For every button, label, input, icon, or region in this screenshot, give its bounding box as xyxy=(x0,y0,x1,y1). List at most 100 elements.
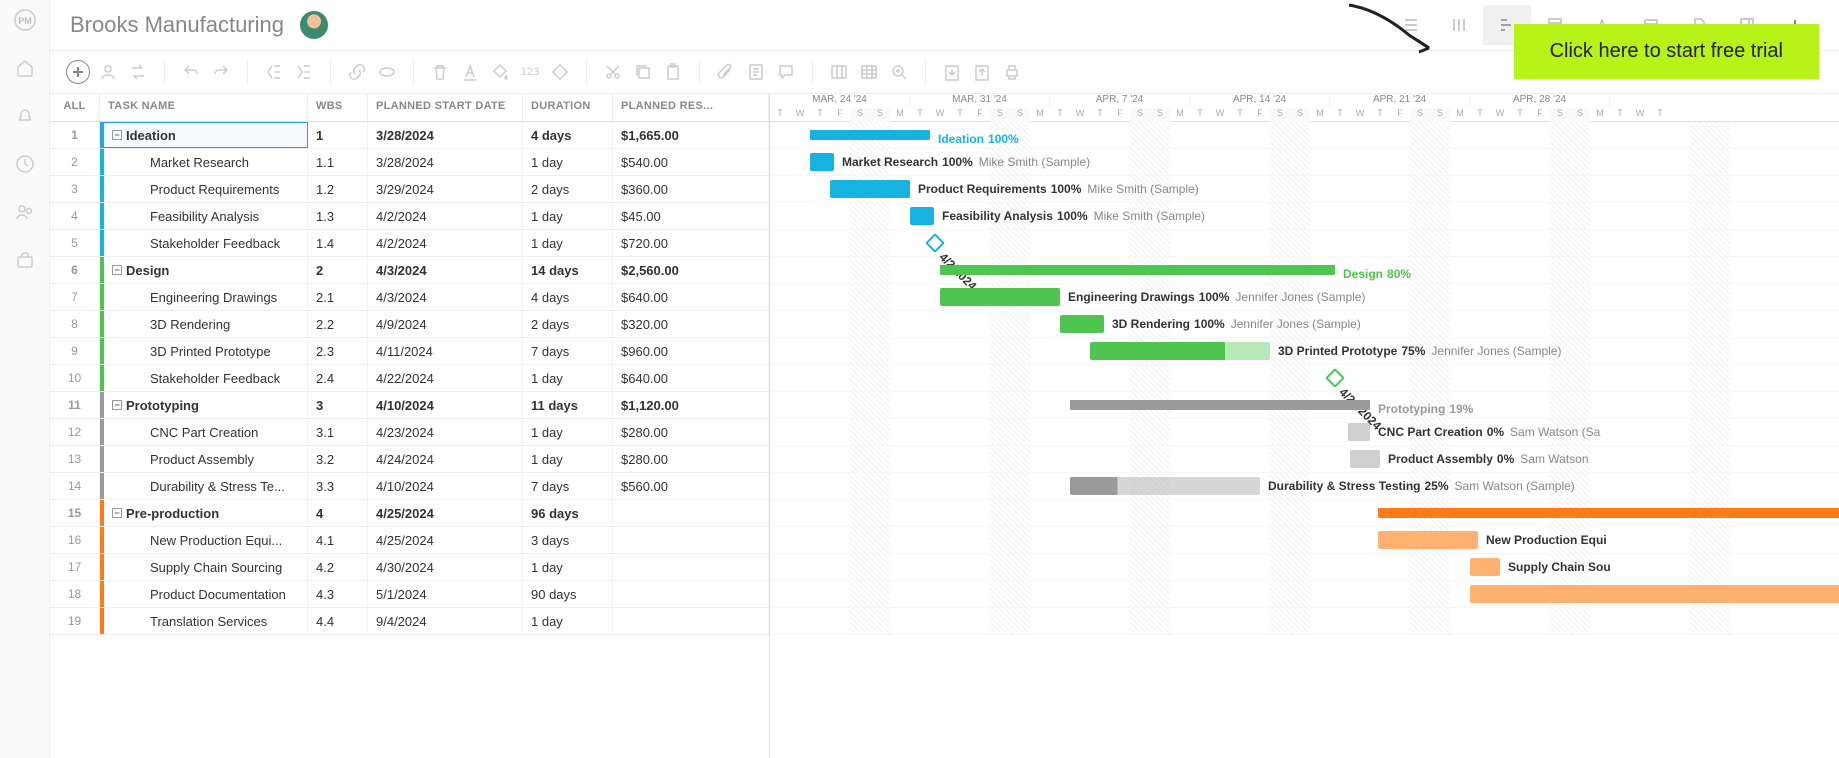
col-header-start[interactable]: PLANNED START DATE xyxy=(368,94,523,121)
gantt-row[interactable]: Ideation100% xyxy=(770,122,1839,149)
home-icon[interactable] xyxy=(13,56,37,80)
copy-icon[interactable] xyxy=(631,60,655,84)
gantt-row[interactable] xyxy=(770,581,1839,608)
notes-icon[interactable] xyxy=(744,60,768,84)
gantt-row[interactable]: Design80% xyxy=(770,257,1839,284)
gantt-row[interactable]: 4/22/2024 xyxy=(770,365,1839,392)
assign-icon[interactable] xyxy=(96,60,120,84)
gantt-bar[interactable]: Prototyping19% xyxy=(1070,400,1370,410)
columns-icon[interactable] xyxy=(827,60,851,84)
gantt-bar[interactable]: 3D Rendering100%Jennifer Jones (Sample) xyxy=(1060,315,1104,333)
gantt-bar[interactable]: Feasibility Analysis100%Mike Smith (Samp… xyxy=(910,207,934,225)
fill-color-icon[interactable] xyxy=(488,60,512,84)
task-row[interactable]: 3Product Requirements1.23/29/20242 days$… xyxy=(50,176,769,203)
gantt-bar[interactable]: Design80% xyxy=(940,265,1335,275)
gantt-bar[interactable]: Product Assembly0%Sam Watson xyxy=(1350,450,1380,468)
cut-icon[interactable] xyxy=(601,60,625,84)
zoom-icon[interactable] xyxy=(887,60,911,84)
pm-logo-icon[interactable]: PM xyxy=(13,8,37,32)
task-row[interactable]: 4Feasibility Analysis1.34/2/20241 day$45… xyxy=(50,203,769,230)
task-row[interactable]: 6−Design24/3/202414 days$2,560.00 xyxy=(50,257,769,284)
delete-icon[interactable] xyxy=(428,60,452,84)
task-row[interactable]: 16New Production Equi...4.14/25/20243 da… xyxy=(50,527,769,554)
task-row[interactable]: 93D Printed Prototype2.34/11/20247 days$… xyxy=(50,338,769,365)
gantt-row[interactable]: Durability & Stress Testing25%Sam Watson… xyxy=(770,473,1839,500)
task-row[interactable]: 14Durability & Stress Te...3.34/10/20247… xyxy=(50,473,769,500)
gantt-row[interactable]: Feasibility Analysis100%Mike Smith (Samp… xyxy=(770,203,1839,230)
gantt-bar[interactable]: Durability & Stress Testing25%Sam Watson… xyxy=(1070,477,1260,495)
gantt-row[interactable]: Supply Chain Sou xyxy=(770,554,1839,581)
gantt-row[interactable] xyxy=(770,608,1839,635)
import-icon[interactable] xyxy=(940,60,964,84)
gantt-bar[interactable]: CNC Part Creation0%Sam Watson (Sa xyxy=(1348,423,1370,441)
indent-icon[interactable] xyxy=(292,60,316,84)
unlink-icon[interactable] xyxy=(375,60,399,84)
gantt-row[interactable]: Market Research100%Mike Smith (Sample) xyxy=(770,149,1839,176)
cta-free-trial-button[interactable]: Click here to start free trial xyxy=(1514,24,1819,79)
outdent-icon[interactable] xyxy=(262,60,286,84)
gantt-row[interactable]: Engineering Drawings100%Jennifer Jones (… xyxy=(770,284,1839,311)
gantt-bar[interactable] xyxy=(1470,585,1839,603)
task-row[interactable]: 7Engineering Drawings2.14/3/20244 days$6… xyxy=(50,284,769,311)
paste-icon[interactable] xyxy=(661,60,685,84)
task-row[interactable]: 15−Pre-production44/25/202496 days xyxy=(50,500,769,527)
task-row[interactable]: 19Translation Services4.49/4/20241 day xyxy=(50,608,769,635)
number-format-icon[interactable]: 123 xyxy=(518,60,542,84)
task-row[interactable]: 1−Ideation13/28/20244 days$1,665.00 xyxy=(50,122,769,149)
collapse-icon[interactable]: − xyxy=(112,400,122,410)
task-row[interactable]: 18Product Documentation4.35/1/202490 day… xyxy=(50,581,769,608)
gantt-row[interactable]: 4/2/2024 xyxy=(770,230,1839,257)
gantt-bar[interactable]: Ideation100% xyxy=(810,130,930,140)
gantt-chart[interactable]: MAR, 24 '24MAR, 31 '24APR, 7 '24APR, 14 … xyxy=(770,94,1839,758)
gantt-row[interactable]: New Production Equi xyxy=(770,527,1839,554)
gantt-row[interactable]: Prototyping19% xyxy=(770,392,1839,419)
user-avatar[interactable] xyxy=(300,11,328,39)
briefcase-icon[interactable] xyxy=(13,248,37,272)
link-icon[interactable] xyxy=(345,60,369,84)
gantt-bar[interactable]: Supply Chain Sou xyxy=(1470,558,1500,576)
shape-icon[interactable] xyxy=(548,60,572,84)
collapse-icon[interactable]: − xyxy=(112,130,122,140)
task-row[interactable]: 11−Prototyping34/10/202411 days$1,120.00 xyxy=(50,392,769,419)
print-icon[interactable] xyxy=(1000,60,1024,84)
grid-body[interactable]: 1−Ideation13/28/20244 days$1,665.002Mark… xyxy=(50,122,769,758)
gantt-bar[interactable]: New Production Equi xyxy=(1378,531,1478,549)
task-row[interactable]: 17Supply Chain Sourcing4.24/30/20241 day xyxy=(50,554,769,581)
text-color-icon[interactable] xyxy=(458,60,482,84)
comment-icon[interactable] xyxy=(774,60,798,84)
task-row[interactable]: 10Stakeholder Feedback2.44/22/20241 day$… xyxy=(50,365,769,392)
redo-icon[interactable] xyxy=(209,60,233,84)
col-header-name[interactable]: TASK NAME xyxy=(100,94,308,121)
swap-icon[interactable] xyxy=(126,60,150,84)
gantt-bar[interactable]: Market Research100%Mike Smith (Sample) xyxy=(810,153,834,171)
attachment-icon[interactable] xyxy=(714,60,738,84)
gantt-row[interactable]: 3D Rendering100%Jennifer Jones (Sample) xyxy=(770,311,1839,338)
col-header-wbs[interactable]: WBS xyxy=(308,94,368,121)
task-row[interactable]: 13Product Assembly3.24/24/20241 day$280.… xyxy=(50,446,769,473)
task-row[interactable]: 83D Rendering2.24/9/20242 days$320.00 xyxy=(50,311,769,338)
add-task-icon[interactable] xyxy=(66,60,90,84)
gantt-bar[interactable]: 4/2/2024 xyxy=(925,233,945,253)
gantt-row[interactable]: Product Requirements100%Mike Smith (Samp… xyxy=(770,176,1839,203)
collapse-icon[interactable]: − xyxy=(112,265,122,275)
gantt-bar[interactable]: Engineering Drawings100%Jennifer Jones (… xyxy=(940,288,1060,306)
undo-icon[interactable] xyxy=(179,60,203,84)
people-icon[interactable] xyxy=(13,200,37,224)
gantt-row[interactable]: CNC Part Creation0%Sam Watson (Sa xyxy=(770,419,1839,446)
gantt-row[interactable]: Product Assembly0%Sam Watson xyxy=(770,446,1839,473)
gantt-bar[interactable] xyxy=(1378,508,1839,518)
col-header-num[interactable]: ALL xyxy=(50,94,100,121)
gantt-bar[interactable]: Product Requirements100%Mike Smith (Samp… xyxy=(830,180,910,198)
export-icon[interactable] xyxy=(970,60,994,84)
col-header-resource[interactable]: PLANNED RES... xyxy=(613,94,769,121)
gantt-row[interactable]: 3D Printed Prototype75%Jennifer Jones (S… xyxy=(770,338,1839,365)
task-row[interactable]: 12CNC Part Creation3.14/23/20241 day$280… xyxy=(50,419,769,446)
gantt-row[interactable] xyxy=(770,500,1839,527)
gantt-bar[interactable]: 3D Printed Prototype75%Jennifer Jones (S… xyxy=(1090,342,1270,360)
collapse-icon[interactable]: − xyxy=(112,508,122,518)
clock-icon[interactable] xyxy=(13,152,37,176)
task-row[interactable]: 2Market Research1.13/28/20241 day$540.00 xyxy=(50,149,769,176)
task-row[interactable]: 5Stakeholder Feedback1.44/2/20241 day$72… xyxy=(50,230,769,257)
gantt-bar[interactable]: 4/22/2024 xyxy=(1325,368,1345,388)
bell-icon[interactable] xyxy=(13,104,37,128)
